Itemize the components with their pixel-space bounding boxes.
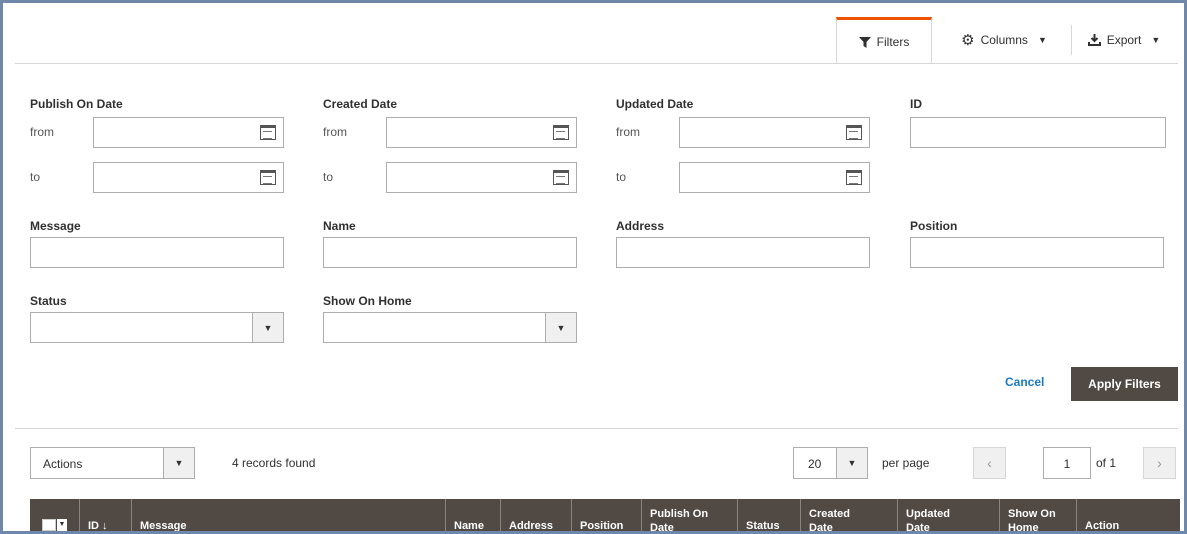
message-input[interactable] bbox=[30, 237, 284, 268]
chevron-down-icon[interactable]: ▼ bbox=[836, 448, 867, 478]
chevron-down-icon[interactable]: ▼ bbox=[57, 519, 67, 531]
updated-date-to-input[interactable] bbox=[679, 162, 870, 193]
name-label: Name bbox=[323, 219, 356, 233]
updated-date-label: Updated Date bbox=[616, 97, 694, 111]
columns-label: Columns bbox=[980, 33, 1028, 47]
calendar-icon[interactable] bbox=[260, 170, 276, 185]
id-label: ID bbox=[910, 97, 922, 111]
export-label: Export bbox=[1106, 33, 1142, 47]
filters-tab-label: Filters bbox=[876, 35, 910, 49]
chevron-left-icon: ‹ bbox=[987, 455, 992, 471]
column-header-id[interactable]: ID ↓ bbox=[80, 499, 132, 531]
admin-grid-panel: Filters ⚙ Columns ▼ Export ▼ Publish On … bbox=[0, 0, 1187, 534]
column-header-publish-on-date[interactable]: Publish On Date bbox=[642, 499, 738, 531]
columns-dropdown[interactable]: ⚙ Columns ▼ bbox=[949, 17, 1059, 63]
address-label: Address bbox=[616, 219, 665, 233]
actions-label: Actions bbox=[43, 457, 83, 471]
created-date-to-label: to bbox=[323, 170, 334, 184]
updated-date-to-label: to bbox=[616, 170, 627, 184]
filters-tab[interactable]: Filters bbox=[836, 17, 932, 64]
status-select[interactable]: ▼ bbox=[30, 312, 284, 343]
section-divider bbox=[15, 428, 1178, 429]
page-number-input[interactable]: 1 bbox=[1043, 447, 1091, 479]
updated-date-from-label: from bbox=[616, 125, 640, 139]
calendar-icon[interactable] bbox=[553, 170, 569, 185]
column-header-show-on-home[interactable]: Show On Home bbox=[1000, 499, 1077, 531]
per-page-value: 20 bbox=[808, 457, 822, 471]
position-label: Position bbox=[910, 219, 958, 233]
publish-date-from-input[interactable] bbox=[93, 117, 284, 148]
chevron-down-icon: ▼ bbox=[1151, 35, 1161, 45]
per-page-label: per page bbox=[882, 456, 930, 470]
calendar-icon[interactable] bbox=[553, 125, 569, 140]
address-input[interactable] bbox=[616, 237, 870, 268]
export-dropdown[interactable]: Export ▼ bbox=[1071, 25, 1176, 55]
message-label: Message bbox=[30, 219, 81, 233]
toolbar-divider bbox=[15, 63, 1178, 64]
select-all-checkbox[interactable] bbox=[42, 519, 56, 531]
chevron-down-icon[interactable]: ▼ bbox=[252, 313, 283, 342]
publish-date-label: Publish On Date bbox=[30, 97, 123, 111]
chevron-down-icon[interactable]: ▼ bbox=[545, 313, 576, 342]
publish-date-to-input[interactable] bbox=[93, 162, 284, 193]
created-date-label: Created Date bbox=[323, 97, 398, 111]
show-on-home-select[interactable]: ▼ bbox=[323, 312, 577, 343]
column-header-updated-date[interactable]: Updated Date bbox=[898, 499, 1000, 531]
select-all-column[interactable]: ▼ bbox=[30, 499, 80, 531]
column-header-status[interactable]: Status bbox=[738, 499, 801, 531]
publish-date-to-label: to bbox=[30, 170, 41, 184]
column-header-name[interactable]: Name bbox=[446, 499, 501, 531]
actions-select[interactable]: Actions ▼ bbox=[30, 447, 195, 479]
gear-icon: ⚙ bbox=[961, 31, 975, 49]
position-input[interactable] bbox=[910, 237, 1164, 268]
created-date-from-label: from bbox=[323, 125, 347, 139]
column-header-position[interactable]: Position bbox=[572, 499, 642, 531]
updated-date-from-input[interactable] bbox=[679, 117, 870, 148]
publish-date-from-label: from bbox=[30, 125, 54, 139]
chevron-down-icon: ▼ bbox=[1037, 35, 1047, 45]
created-date-to-input[interactable] bbox=[386, 162, 577, 193]
funnel-icon bbox=[858, 36, 871, 48]
prev-page-button[interactable]: ‹ bbox=[973, 447, 1006, 479]
cancel-button[interactable]: Cancel bbox=[1005, 375, 1044, 389]
chevron-down-icon[interactable]: ▼ bbox=[163, 448, 194, 478]
id-input[interactable] bbox=[910, 117, 1166, 148]
name-input[interactable] bbox=[323, 237, 577, 268]
records-count: 4 records found bbox=[232, 456, 316, 470]
column-header-action[interactable]: Action bbox=[1077, 499, 1180, 531]
calendar-icon[interactable] bbox=[846, 125, 862, 140]
calendar-icon[interactable] bbox=[846, 170, 862, 185]
column-header-created-date[interactable]: Created Date bbox=[801, 499, 898, 531]
apply-filters-button[interactable]: Apply Filters bbox=[1071, 367, 1178, 401]
column-header-message[interactable]: Message bbox=[132, 499, 446, 531]
chevron-right-icon: › bbox=[1157, 455, 1162, 471]
page-total: of 1 bbox=[1096, 456, 1117, 470]
table-header: ▼ ID ↓ Message Name Address Position Pub… bbox=[30, 499, 1180, 531]
created-date-from-input[interactable] bbox=[386, 117, 577, 148]
per-page-select[interactable]: 20 ▼ bbox=[793, 447, 868, 479]
column-header-address[interactable]: Address bbox=[501, 499, 572, 531]
show-on-home-label: Show On Home bbox=[323, 294, 412, 308]
status-label: Status bbox=[30, 294, 67, 308]
next-page-button[interactable]: › bbox=[1143, 447, 1176, 479]
calendar-icon[interactable] bbox=[260, 125, 276, 140]
download-icon bbox=[1087, 34, 1101, 46]
